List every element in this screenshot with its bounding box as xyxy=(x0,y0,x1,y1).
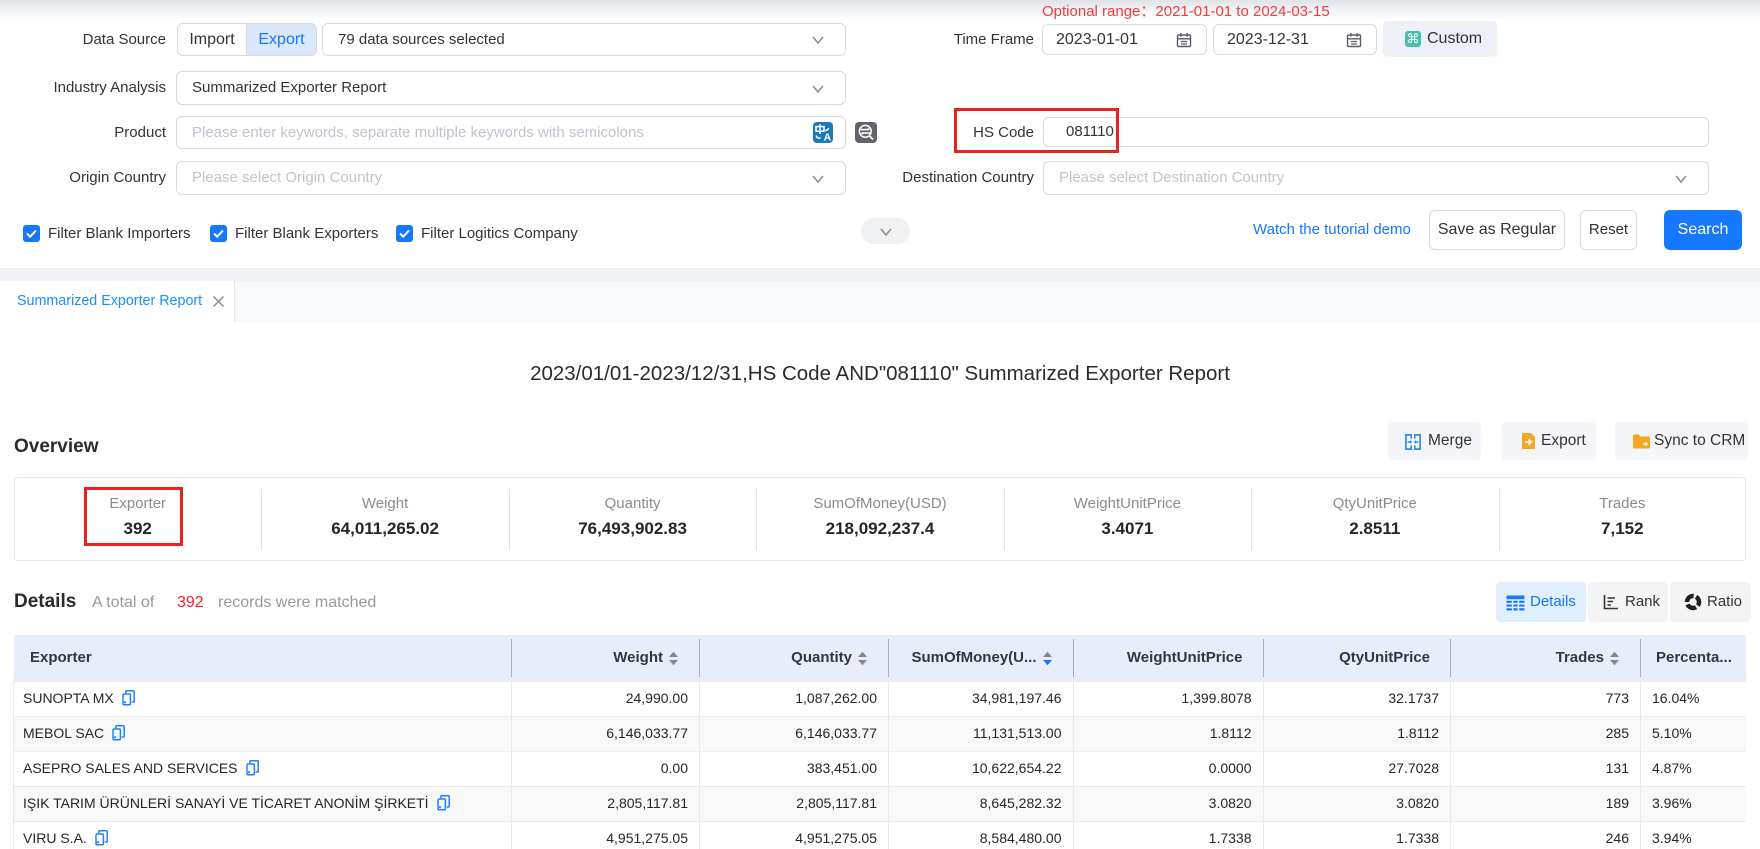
svg-text:A: A xyxy=(824,132,832,143)
